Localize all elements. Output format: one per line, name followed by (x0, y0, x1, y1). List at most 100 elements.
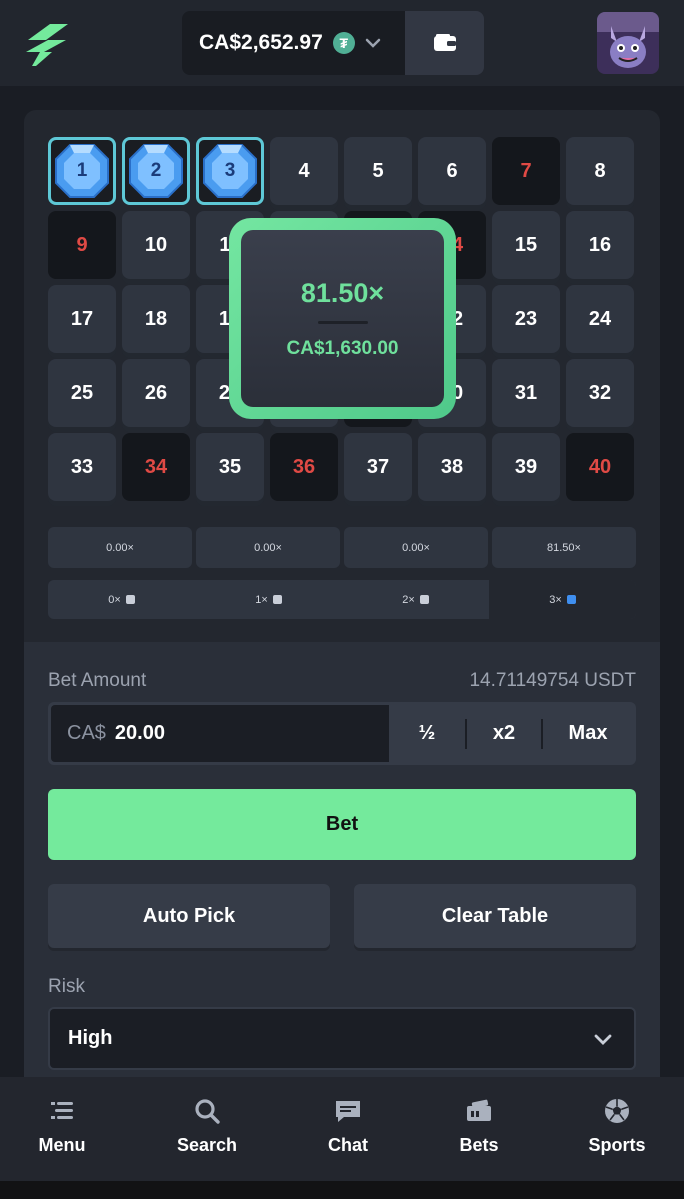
tile-number: 24 (588, 307, 612, 330)
bet-amount-value: 20.00 (114, 722, 165, 744)
tile-number: 37 (366, 455, 390, 478)
avatar[interactable] (597, 12, 659, 74)
tile-number: 5 (372, 159, 384, 182)
currency-prefix: CA$ (67, 722, 106, 744)
bet-button[interactable]: Bet (48, 789, 636, 860)
keno-tile[interactable]: 37 (344, 433, 412, 501)
home-indicator-strip (0, 1181, 684, 1199)
menu-icon (51, 1102, 73, 1119)
bet-amount-label: Bet Amount (48, 670, 147, 691)
keno-tile[interactable]: 39 (492, 433, 560, 501)
clear-table-button[interactable]: Clear Table (354, 884, 636, 948)
tile-number: 17 (70, 307, 94, 330)
tile-number: 4 (298, 159, 310, 182)
nav-bets[interactable]: Bets (424, 1097, 534, 1156)
keno-tile[interactable]: 17 (48, 285, 116, 353)
payout-cell: 0.00× (48, 527, 192, 568)
tile-number: 18 (144, 307, 168, 330)
balance-selector[interactable]: CA$2,652.97 ₮ (182, 11, 406, 75)
nav-sports[interactable]: Sports (562, 1097, 672, 1156)
half-bet-button[interactable]: ½ (389, 705, 465, 762)
risk-select[interactable]: High (48, 1007, 636, 1070)
tile-number: 32 (588, 381, 612, 404)
tile-number: 9 (76, 233, 88, 256)
hit-count: 0× (48, 580, 195, 619)
nav-label: Chat (328, 1135, 368, 1155)
tile-number: 3 (224, 160, 236, 181)
keno-tile[interactable]: 36 (270, 433, 338, 501)
logo-icon[interactable] (22, 18, 72, 68)
hit-count: 1× (195, 580, 342, 619)
keno-tile[interactable]: 25 (48, 359, 116, 427)
keno-tile[interactable]: 4 (270, 137, 338, 205)
hits-bar: 0× 1× 2× 3× (48, 580, 636, 619)
keno-tile[interactable]: 7 (492, 137, 560, 205)
tile-number: 8 (594, 159, 606, 182)
tile-number: 1 (76, 160, 88, 181)
hit-label: 2× (402, 593, 415, 606)
payout-cell: 0.00× (196, 527, 340, 568)
keno-tile[interactable]: 23 (492, 285, 560, 353)
tile-number: 38 (440, 455, 464, 478)
keno-tile[interactable]: 16 (566, 211, 634, 279)
nav-chat[interactable]: Chat (293, 1097, 403, 1156)
tile-number: 2 (150, 160, 162, 181)
keno-tile[interactable]: 35 (196, 433, 264, 501)
payout-cell: 81.50× (492, 527, 636, 568)
chevron-down-icon (365, 38, 381, 48)
keno-tile[interactable]: 15 (492, 211, 560, 279)
keno-tile[interactable]: 33 (48, 433, 116, 501)
gem-icon: 1 (52, 141, 112, 201)
tile-gem-hit[interactable]: 2 (122, 137, 190, 205)
bet-amount-input[interactable]: CA$ 20.00 (51, 705, 389, 762)
nav-label: Sports (588, 1135, 646, 1155)
tile-number: 39 (514, 455, 538, 478)
nav-search[interactable]: Search (152, 1097, 262, 1156)
tile-number: 36 (292, 455, 316, 478)
win-popup-body: 81.50× CA$1,630.00 (241, 230, 444, 407)
tile-gem-hit[interactable]: 3 (196, 137, 264, 205)
tile-gem-hit[interactable]: 1 (48, 137, 116, 205)
keno-tile[interactable]: 5 (344, 137, 412, 205)
wallet-icon (433, 34, 456, 51)
keno-tile[interactable]: 31 (492, 359, 560, 427)
keno-tile[interactable]: 34 (122, 433, 190, 501)
keno-tile[interactable]: 10 (122, 211, 190, 279)
auto-pick-button[interactable]: Auto Pick (48, 884, 330, 948)
keno-tile[interactable]: 6 (418, 137, 486, 205)
gem-icon: 3 (200, 141, 260, 201)
balance-amount: CA$2,652.97 (199, 31, 323, 54)
keno-tile[interactable]: 26 (122, 359, 190, 427)
tile-number: 23 (514, 307, 538, 330)
keno-tile[interactable]: 40 (566, 433, 634, 501)
bets-icon (467, 1099, 491, 1121)
nav-label: Menu (38, 1135, 86, 1155)
keno-tile[interactable]: 32 (566, 359, 634, 427)
double-bet-button[interactable]: x2 (467, 705, 541, 762)
chevron-down-icon (594, 1034, 612, 1045)
tile-number: 33 (70, 455, 94, 478)
tile-number: 40 (588, 455, 612, 478)
tile-number: 6 (446, 159, 458, 182)
keno-tile[interactable]: 8 (566, 137, 634, 205)
bet-crypto-value: 14.71149754 USDT (469, 670, 636, 691)
hit-label: 3× (549, 593, 562, 606)
keno-tile[interactable]: 9 (48, 211, 116, 279)
wallet-button[interactable] (405, 11, 484, 75)
win-popup: 81.50× CA$1,630.00 (229, 218, 456, 419)
keno-tile[interactable]: 38 (418, 433, 486, 501)
bottom-nav: Menu Search Chat Bets Sports (0, 1077, 684, 1181)
nav-menu[interactable]: Menu (7, 1097, 117, 1156)
win-amount: CA$1,630.00 (286, 337, 399, 359)
gem-square-icon (125, 595, 135, 604)
keno-tile[interactable]: 18 (122, 285, 190, 353)
risk-label: Risk (48, 976, 85, 997)
tile-number: 25 (70, 381, 94, 404)
max-bet-button[interactable]: Max (543, 705, 633, 762)
win-divider (317, 320, 368, 324)
search-icon (195, 1099, 220, 1124)
keno-tile[interactable]: 24 (566, 285, 634, 353)
tile-number: 10 (144, 233, 168, 256)
payout-cell: 0.00× (344, 527, 488, 568)
nav-label: Bets (459, 1135, 499, 1155)
